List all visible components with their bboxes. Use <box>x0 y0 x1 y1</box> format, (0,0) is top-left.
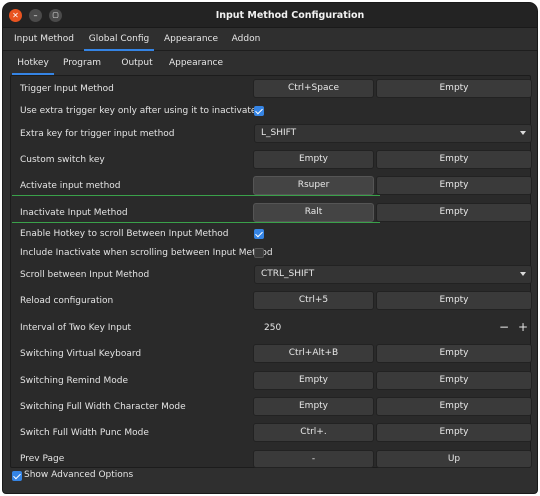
tab-appearance[interactable]: Appearance <box>161 29 221 51</box>
scroll-between-value: CTRL_SHIFT <box>261 269 315 279</box>
chevron-down-icon <box>520 272 526 276</box>
virtual-keyboard-label: Switching Virtual Keyboard <box>20 349 142 359</box>
extra-key-value: L_SHIFT <box>261 128 297 138</box>
inactivate-key2-button[interactable]: Empty <box>376 203 532 222</box>
increment-icon[interactable]: + <box>518 321 528 333</box>
full-width-punc-key2-button[interactable]: Empty <box>376 423 532 442</box>
full-width-char-key1-button[interactable]: Empty <box>253 397 374 416</box>
activate-focus-line <box>12 195 380 196</box>
extra-key-label: Extra key for trigger input method <box>20 129 175 139</box>
full-width-char-key2-button[interactable]: Empty <box>376 397 532 416</box>
extra-trigger-only-label: Use extra trigger key only after using i… <box>20 106 257 116</box>
activate-label: Activate input method <box>20 181 121 191</box>
prev-page-label: Prev Page <box>20 454 65 464</box>
window-title: Input Method Configuration <box>215 10 365 21</box>
virtual-keyboard-key1-button[interactable]: Ctrl+Alt+B <box>253 344 374 363</box>
prev-page-key2-button[interactable]: Up <box>376 450 532 468</box>
full-width-punc-key1-button[interactable]: Ctrl+. <box>253 423 374 442</box>
title-bar: ✕ – ▢ Input Method Configuration <box>3 3 537 28</box>
inactivate-label: Inactivate Input Method <box>20 208 128 218</box>
custom-switch-key-label: Custom switch key <box>20 155 105 165</box>
tab-addon[interactable]: Addon <box>228 29 264 51</box>
decrement-icon[interactable]: − <box>499 321 509 333</box>
interval-input[interactable]: 250 <box>264 323 281 333</box>
config-window: ✕ – ▢ Input Method Configuration Input M… <box>2 2 538 494</box>
enable-scroll-checkbox[interactable] <box>254 229 264 239</box>
reload-key1-button[interactable]: Ctrl+5 <box>253 291 374 310</box>
reload-key2-button[interactable]: Empty <box>376 291 532 310</box>
reload-label: Reload configuration <box>20 296 114 306</box>
prev-page-key1-button[interactable]: - <box>253 450 374 468</box>
trigger-key1-button[interactable]: Ctrl+Space <box>253 79 374 98</box>
activate-key1-button[interactable]: Rsuper <box>253 176 374 195</box>
remind-mode-key1-button[interactable]: Empty <box>253 371 374 390</box>
interval-label: Interval of Two Key Input <box>20 323 132 333</box>
include-inactivate-label: Include Inactivate when scrolling betwee… <box>20 248 273 258</box>
enable-scroll-label: Enable Hotkey to scroll Between Input Me… <box>20 229 229 239</box>
extra-key-select[interactable]: L_SHIFT <box>254 124 532 143</box>
remind-mode-label: Switching Remind Mode <box>20 376 128 386</box>
show-advanced-checkbox[interactable] <box>12 471 22 481</box>
scroll-between-select[interactable]: CTRL_SHIFT <box>254 265 532 284</box>
trigger-key2-button[interactable]: Empty <box>376 79 532 98</box>
custom-switch-key2-button[interactable]: Empty <box>376 150 532 169</box>
full-width-char-label: Switching Full Width Character Mode <box>20 402 186 412</box>
main-tab-bar: Input Method Global Config Appearance Ad… <box>3 29 537 51</box>
chevron-down-icon <box>520 131 526 135</box>
sub-tab-bar: Hotkey Program Output Appearance <box>3 53 537 75</box>
include-inactivate-checkbox[interactable] <box>254 248 264 258</box>
tab-input-method[interactable]: Input Method <box>11 29 77 51</box>
activate-key2-button[interactable]: Empty <box>376 176 532 195</box>
tab-hotkey[interactable]: Hotkey <box>12 53 54 75</box>
remind-mode-key2-button[interactable]: Empty <box>376 371 532 390</box>
hotkey-panel: Trigger Input Method Ctrl+Space Empty Us… <box>10 75 532 468</box>
virtual-keyboard-key2-button[interactable]: Empty <box>376 344 532 363</box>
extra-trigger-only-checkbox[interactable] <box>254 106 264 116</box>
tab-sub-appearance[interactable]: Appearance <box>165 53 227 75</box>
tab-global-config[interactable]: Global Config <box>84 29 154 51</box>
tab-program[interactable]: Program <box>61 53 103 75</box>
trigger-input-method-label: Trigger Input Method <box>20 84 114 94</box>
show-advanced-label: Show Advanced Options <box>24 470 134 480</box>
tab-output[interactable]: Output <box>116 53 158 75</box>
inactivate-focus-line <box>12 222 380 223</box>
full-width-punc-label: Switch Full Width Punc Mode <box>20 428 149 438</box>
custom-switch-key1-button[interactable]: Empty <box>253 150 374 169</box>
scroll-between-label: Scroll between Input Method <box>20 270 150 280</box>
inactivate-key1-button[interactable]: Ralt <box>253 203 374 222</box>
